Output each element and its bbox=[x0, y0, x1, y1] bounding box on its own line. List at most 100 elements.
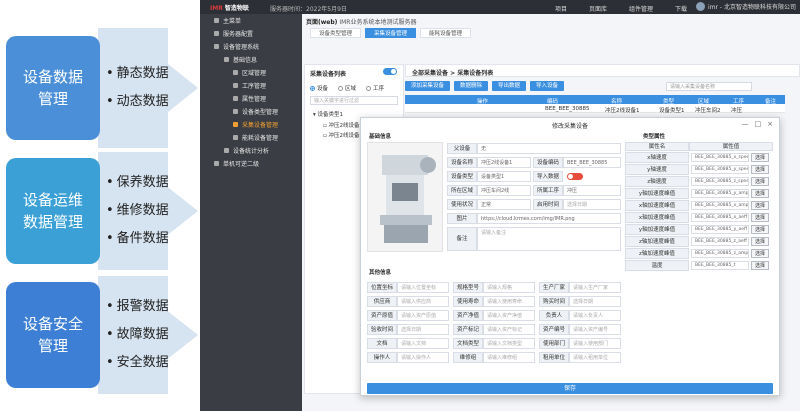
other-field-input[interactable]: 请输入资产原值 bbox=[397, 310, 449, 321]
tree-node[interactable]: ▾ 设备类型1 bbox=[313, 110, 343, 118]
attr-select-button[interactable]: 选择 bbox=[751, 177, 770, 186]
delete-data-button[interactable]: 数据删除 bbox=[454, 81, 489, 91]
sidebar-item-reversible[interactable]: 单机可逆二级 bbox=[200, 157, 302, 170]
sidebar-item-statistics[interactable]: 设备统计分析 bbox=[200, 144, 302, 157]
attr-select-button[interactable]: 选择 bbox=[751, 237, 770, 246]
other-field-label: 位置坐标 bbox=[367, 282, 397, 293]
sidebar-item-process[interactable]: 工序管理 bbox=[200, 79, 302, 92]
other-field-input[interactable]: 请输入操作人 bbox=[397, 352, 449, 363]
other-field-input[interactable]: 请输入生产厂家 bbox=[569, 282, 621, 293]
import-data-switch[interactable] bbox=[567, 173, 583, 180]
sidebar-item-area[interactable]: 区域管理 bbox=[200, 66, 302, 79]
device-name-field[interactable]: 冲压2线设备1 bbox=[477, 157, 531, 168]
sidebar-item-device-type[interactable]: 设备类型管理 bbox=[200, 105, 302, 118]
other-field-input[interactable]: 请输入位置坐标 bbox=[397, 282, 449, 293]
attr-select-button[interactable]: 选择 bbox=[751, 249, 770, 258]
other-field-input[interactable]: 请输入维修组 bbox=[483, 352, 535, 363]
other-field-input[interactable]: 请输入规格 bbox=[483, 282, 535, 293]
other-field-input[interactable]: 请输入使用部门 bbox=[569, 338, 621, 349]
import-device-button[interactable]: 导入设备 bbox=[530, 81, 565, 91]
other-field-input[interactable]: 请输入供应商 bbox=[397, 296, 449, 307]
other-field-input[interactable]: 请输入资产编号 bbox=[569, 324, 621, 335]
attr-value-field[interactable]: BEE_BEE_30885_x_ampl bbox=[691, 201, 749, 210]
other-field-input[interactable]: 请输入使用寿命 bbox=[483, 296, 535, 307]
attr-select-button[interactable]: 选择 bbox=[751, 201, 770, 210]
nav-download[interactable]: 下载 bbox=[675, 4, 687, 13]
picture-url-field[interactable]: https://cloud.krmes.com/img/IMR.png bbox=[477, 213, 621, 224]
other-field-input[interactable]: 请输入文档 bbox=[397, 338, 449, 349]
doc-icon bbox=[233, 122, 238, 127]
radio-area[interactable]: 区域 bbox=[338, 84, 356, 92]
export-data-button[interactable]: 导出数据 bbox=[492, 81, 527, 91]
attr-select-button[interactable]: 选择 bbox=[751, 153, 770, 162]
tab-energy-device[interactable]: 能耗设备管理 bbox=[420, 28, 472, 38]
sidebar-item-server-config[interactable]: 服务器配置 bbox=[200, 27, 302, 40]
maximize-icon[interactable]: □ bbox=[755, 120, 762, 128]
attr-value-field[interactable]: BEE_BEE_30885_x_aeff bbox=[691, 213, 749, 222]
attr-value-field[interactable]: BEE_BEE_30885_z_speed bbox=[691, 177, 749, 186]
other-field-input[interactable]: 选择日期 bbox=[569, 296, 621, 307]
sidebar-item-device-system[interactable]: 设备管理系统 bbox=[200, 40, 302, 53]
sidebar-item-energy-device[interactable]: 能耗设备管理 bbox=[200, 131, 302, 144]
attr-value-field[interactable]: BEE_BEE_30885_z_ampl bbox=[691, 249, 749, 258]
sidebar-item-main-menu[interactable]: 主菜单 bbox=[200, 14, 302, 27]
block-items: 静态数据 动态数据 bbox=[106, 28, 169, 148]
device-type-select[interactable]: 设备类型1 bbox=[477, 171, 531, 182]
note-label: 备注 bbox=[447, 227, 477, 251]
attr-value-field[interactable]: BEE_BEE_30885_y_speed bbox=[691, 165, 749, 174]
attr-name: y轴加速度峰值 bbox=[625, 224, 689, 235]
tree-node[interactable]: ▫ 冲压2线设备2 bbox=[323, 131, 363, 139]
user-menu[interactable]: imr - 北京智造物联科技有限公司 bbox=[696, 2, 796, 11]
attr-value-field[interactable]: BEE_BEE_30885_x_speed bbox=[691, 153, 749, 162]
tab-collect-device[interactable]: 采集设备管理 bbox=[365, 28, 417, 38]
doc-icon bbox=[233, 109, 238, 114]
tab-device-type[interactable]: 设备类型管理 bbox=[310, 28, 362, 38]
block-item: 保养数据 bbox=[106, 169, 169, 197]
attr-select-button[interactable]: 选择 bbox=[751, 189, 770, 198]
radio-device[interactable]: 设备 bbox=[310, 84, 328, 92]
save-button[interactable]: 保存 bbox=[367, 383, 773, 394]
attr-value-field[interactable]: BEE_BEE_30885_z_aeff bbox=[691, 237, 749, 246]
note-textarea[interactable]: 请输入备注 bbox=[477, 227, 621, 251]
process-select[interactable]: 冲压 bbox=[563, 185, 621, 196]
minimize-icon[interactable]: — bbox=[742, 120, 749, 128]
sidebar-item-attribute[interactable]: 属性管理 bbox=[200, 92, 302, 105]
other-field-input[interactable]: 请输入文档类型 bbox=[483, 338, 535, 349]
tree-toggle[interactable] bbox=[383, 68, 397, 75]
add-device-button[interactable]: 添加采集设备 bbox=[405, 81, 451, 91]
server-icon bbox=[214, 31, 219, 36]
sidebar-item-basic-info[interactable]: 基础信息 bbox=[200, 53, 302, 66]
sidebar-item-collect-device[interactable]: 采集设备管理 bbox=[200, 118, 302, 131]
other-field-input[interactable]: 选择日期 bbox=[397, 324, 449, 335]
close-icon[interactable]: × bbox=[767, 120, 773, 128]
tree-node[interactable]: ▫ 冲压2线设备1 bbox=[323, 121, 363, 129]
start-time-picker[interactable]: 选择日期 bbox=[563, 199, 621, 210]
attr-value-field[interactable]: BEE_BEE_30885_y_ampl bbox=[691, 189, 749, 198]
other-field-input[interactable]: 请输入租用单位 bbox=[569, 352, 621, 363]
table-row[interactable]: BEE_BEE_30885 冲压2线设备1 设备类型1 冲压车间2 冲压 bbox=[405, 104, 785, 114]
other-field-label: 资产编号 bbox=[539, 324, 569, 335]
other-field-input[interactable]: 请输入负责人 bbox=[569, 310, 621, 321]
device-search-input[interactable]: 请输入采集设备名称 bbox=[666, 82, 752, 91]
attr-select-button[interactable]: 选择 bbox=[751, 213, 770, 222]
nav-component-manage[interactable]: 组件管理 bbox=[629, 4, 653, 13]
other-field-input[interactable]: 请输入资产净值 bbox=[483, 310, 535, 321]
tree-search-input[interactable]: 输入关键字进行过滤 bbox=[310, 96, 398, 105]
other-field-input[interactable]: 请输入资产标记 bbox=[483, 324, 535, 335]
nav-project[interactable]: 项目 bbox=[555, 4, 567, 13]
parent-device-field[interactable]: 无 bbox=[477, 143, 621, 154]
other-field-label: 使用寿命 bbox=[453, 296, 483, 307]
attr-select-button[interactable]: 选择 bbox=[751, 261, 770, 270]
nav-page-library[interactable]: 页面库 bbox=[589, 4, 607, 13]
radio-process[interactable]: 工序 bbox=[366, 84, 384, 92]
attr-value-field[interactable]: BEE_BEE_30885_y_aeff bbox=[691, 225, 749, 234]
device-code-field[interactable]: BEE_BEE_30885 bbox=[563, 157, 621, 168]
attr-select-button[interactable]: 选择 bbox=[751, 225, 770, 234]
other-info-title: 其他信息 bbox=[369, 270, 392, 276]
attr-select-button[interactable]: 选择 bbox=[751, 165, 770, 174]
area-select[interactable]: 冲压车间2线 bbox=[477, 185, 531, 196]
block-title: 设备运维 数据管理 bbox=[6, 158, 100, 264]
attr-value-field[interactable]: BEE_BEE_30885_t bbox=[691, 261, 749, 270]
chart-icon bbox=[224, 148, 229, 153]
status-select[interactable]: 正常 bbox=[477, 199, 531, 210]
